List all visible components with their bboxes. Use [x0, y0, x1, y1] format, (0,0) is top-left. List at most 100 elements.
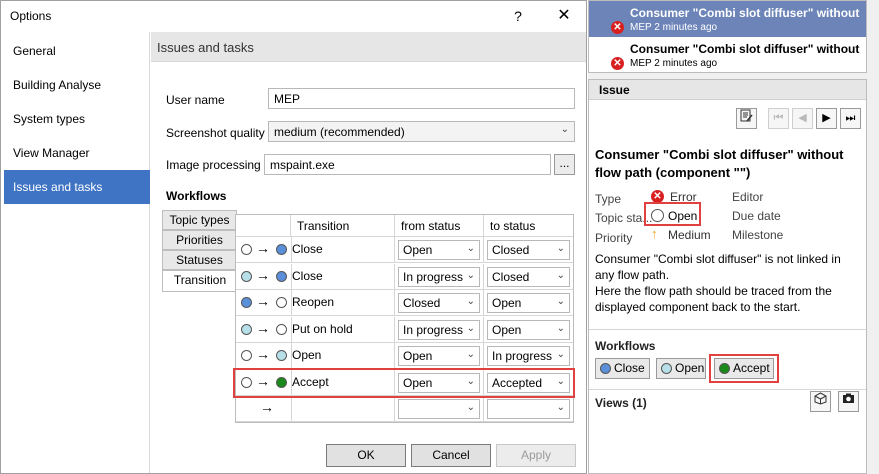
column-divider — [291, 343, 292, 369]
from-status-cell: In progress ⌄ — [395, 263, 484, 290]
issue-header-label: Issue — [599, 83, 630, 97]
chevron-down-icon: ⌄ — [556, 243, 565, 254]
divider — [589, 329, 866, 330]
close-button[interactable]: ✕ — [544, 4, 584, 28]
from-status-select[interactable]: In progress ⌄ — [398, 319, 480, 340]
workflow-open-button[interactable]: Open — [656, 358, 706, 379]
transition-cell: Close → — [236, 263, 395, 290]
from-status-select[interactable]: Open ⌄ — [398, 240, 480, 260]
editor-label: Editor — [732, 190, 764, 204]
from-status-select[interactable]: ⌄ — [398, 399, 480, 419]
workflows-label: Workflows — [166, 189, 227, 203]
from-status-value: In progress — [403, 322, 464, 337]
next-icon[interactable]: ▶ — [816, 108, 837, 129]
chevron-down-icon: ⌄ — [556, 402, 565, 413]
camera-icon[interactable] — [838, 391, 859, 412]
from-status-cell: Open ⌄ — [395, 237, 484, 263]
screenshot-quality-value: medium (recommended) — [274, 125, 405, 139]
from-status-value: Open — [403, 243, 433, 257]
first-icon[interactable]: ⏮ — [768, 108, 789, 129]
cancel-button[interactable]: Cancel — [411, 444, 491, 467]
to-status-icon — [276, 244, 287, 255]
chevron-down-icon: ⌄ — [466, 349, 475, 360]
tab-transition[interactable]: Transition — [162, 270, 237, 292]
notification-item[interactable]: ✕ Consumer "Combi slot diffuser" without… — [589, 1, 866, 37]
highlight-accept-row — [233, 368, 575, 398]
to-status-select[interactable]: Open ⌄ — [487, 319, 570, 340]
screenshot-quality-select[interactable]: medium (recommended) ⌄ — [268, 121, 575, 142]
notification-title: Consumer "Combi slot diffuser" without f… — [630, 42, 862, 56]
to-status-select[interactable]: In progress ⌄ — [487, 346, 570, 366]
browse-button[interactable]: ... — [554, 154, 575, 175]
notification-title: Consumer "Combi slot diffuser" without f… — [630, 6, 862, 20]
to-status-select[interactable]: Open ⌄ — [487, 293, 570, 313]
user-name-input[interactable]: MEP — [268, 88, 575, 109]
to-status-cell: In progress ⌄ — [484, 343, 573, 369]
tab-statuses[interactable]: Statuses — [162, 250, 237, 270]
issue-title: Consumer "Combi slot diffuser" without f… — [595, 147, 844, 180]
options-nav: General Building Analyse System types Vi… — [4, 32, 150, 473]
type-label: Type — [595, 192, 622, 206]
chevron-down-icon: ⌄ — [466, 322, 475, 334]
views-label: Views (1) — [595, 396, 647, 410]
model-view-icon[interactable] — [810, 391, 831, 412]
priority-label: Priority — [595, 231, 633, 245]
issue-description: Consumer "Combi slot diffuser" is not li… — [595, 252, 841, 314]
notification-item[interactable]: ✕ Consumer "Combi slot diffuser" without… — [589, 37, 866, 73]
from-status-select[interactable]: Closed ⌄ — [398, 293, 480, 313]
help-button[interactable]: ? — [498, 4, 538, 28]
transition-name[interactable]: Reopen — [292, 295, 334, 309]
workflows-section-label: Workflows — [595, 339, 656, 353]
priority-value: Medium — [668, 228, 711, 242]
column-divider — [291, 396, 292, 422]
to-status-cell: Open ⌄ — [484, 317, 573, 343]
transition-cell: Reopen → — [236, 290, 395, 316]
image-processing-input[interactable]: mspaint.exe — [264, 154, 551, 175]
transition-name[interactable]: Put on hold — [292, 322, 353, 336]
transition-cell: Open → — [236, 343, 395, 369]
issue-panel: Issue ⏮ ◀ ▶ ⏭ Consumer "Combi slot diffu… — [588, 79, 867, 474]
transition-cell: Close → — [236, 237, 395, 263]
transition-cell: Put on hold → — [236, 316, 395, 343]
to-status-value: Open — [492, 322, 522, 337]
ok-button[interactable]: OK — [326, 444, 406, 467]
grid-header-transition: Transition — [291, 215, 395, 237]
milestone-label: Milestone — [732, 228, 784, 242]
nav-item-building-analyse[interactable]: Building Analyse — [4, 68, 150, 102]
from-status-icon — [241, 350, 252, 361]
from-status-cell: ⌄ — [395, 396, 484, 422]
from-status-select[interactable]: In progress ⌄ — [398, 266, 480, 287]
section-title: Issues and tasks — [157, 40, 254, 55]
edit-icon[interactable] — [736, 108, 757, 129]
arrow-right-icon: → — [256, 240, 270, 256]
arrow-right-icon: → — [256, 319, 270, 336]
previous-icon[interactable]: ◀ — [792, 108, 813, 129]
to-status-select[interactable]: ⌄ — [487, 399, 570, 419]
nav-item-general[interactable]: General — [4, 34, 150, 68]
from-status-select[interactable]: Open ⌄ — [398, 346, 480, 366]
column-divider — [291, 237, 292, 263]
nav-item-view-manager[interactable]: View Manager — [4, 136, 150, 170]
last-icon[interactable]: ⏭ — [840, 108, 861, 129]
transition-name[interactable]: Close — [292, 269, 323, 283]
chevron-down-icon: ⌄ — [466, 296, 475, 307]
tab-priorities[interactable]: Priorities — [162, 230, 237, 250]
apply-button[interactable]: Apply — [496, 444, 576, 467]
issue-side-panel: ✕ Consumer "Combi slot diffuser" without… — [588, 0, 879, 474]
transition-name[interactable]: Open — [292, 348, 321, 362]
from-status-value: In progress — [403, 269, 464, 284]
from-status-icon — [241, 270, 252, 282]
to-status-icon — [276, 350, 287, 361]
to-status-select[interactable]: Closed ⌄ — [487, 240, 570, 260]
from-status-icon — [241, 244, 252, 255]
from-status-cell: Closed ⌄ — [395, 290, 484, 316]
tab-topic-types[interactable]: Topic types — [162, 210, 237, 230]
transition-name[interactable]: Close — [292, 242, 323, 256]
from-status-cell: In progress ⌄ — [395, 316, 484, 343]
chevron-down-icon: ⌄ — [560, 124, 569, 135]
to-status-select[interactable]: Closed ⌄ — [487, 266, 570, 287]
workflow-close-button[interactable]: Close — [595, 358, 650, 379]
to-status-cell: ⌄ — [484, 396, 573, 422]
nav-item-system-types[interactable]: System types — [4, 102, 150, 136]
nav-item-issues-and-tasks[interactable]: Issues and tasks — [4, 170, 150, 204]
